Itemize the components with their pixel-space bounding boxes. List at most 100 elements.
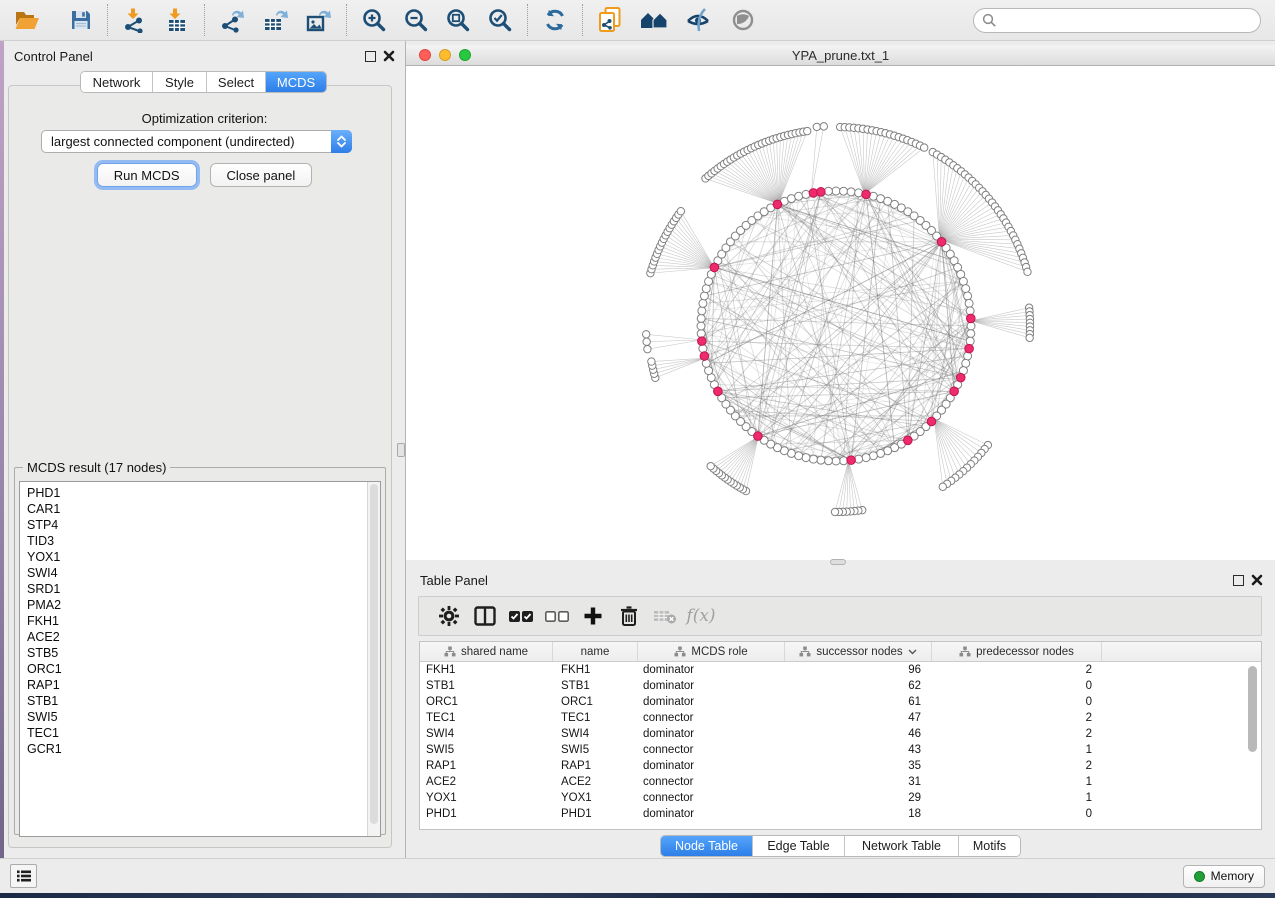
column-header-shared-name[interactable]: shared name xyxy=(420,642,553,661)
first-neighbors-icon[interactable] xyxy=(631,3,677,37)
table-cell: RAP1 xyxy=(420,760,553,772)
zoom-selected-icon[interactable] xyxy=(479,3,521,37)
deselect-all-rows-icon[interactable] xyxy=(539,601,575,631)
float-panel-icon[interactable] xyxy=(1233,575,1244,586)
table-cell: 47 xyxy=(785,712,932,724)
table-row[interactable]: SWI4SWI4dominator462 xyxy=(420,726,1261,742)
run-mcds-button[interactable]: Run MCDS xyxy=(97,163,197,187)
save-icon[interactable] xyxy=(61,3,101,37)
zoom-out-icon[interactable] xyxy=(395,3,437,37)
optimization-criterion-select[interactable]: largest connected component (undirected) xyxy=(41,130,352,153)
list-item[interactable]: SRD1 xyxy=(27,581,380,597)
export-network-icon[interactable] xyxy=(211,3,254,37)
import-network-icon[interactable] xyxy=(114,3,156,37)
control-panel-tabs: Network Style Select MCDS xyxy=(80,71,327,93)
table-row[interactable]: FKH1FKH1dominator962 xyxy=(420,662,1261,678)
list-item[interactable]: SWI5 xyxy=(27,709,380,725)
export-image-icon[interactable] xyxy=(297,3,340,37)
close-panel-icon[interactable] xyxy=(1251,574,1263,586)
hide-selected-icon[interactable] xyxy=(677,3,721,37)
new-network-from-selection-icon[interactable] xyxy=(589,3,631,37)
table-row[interactable]: STB1STB1dominator620 xyxy=(420,678,1261,694)
list-item[interactable]: GCR1 xyxy=(27,741,380,757)
list-item[interactable]: PHD1 xyxy=(27,485,380,501)
network-window-titlebar[interactable]: YPA_prune.txt_1 xyxy=(406,45,1275,66)
list-item[interactable]: STP4 xyxy=(27,517,380,533)
tab-node-table[interactable]: Node Table xyxy=(661,836,753,856)
export-table-icon[interactable] xyxy=(254,3,297,37)
task-history-button[interactable] xyxy=(10,864,37,888)
tab-network-table[interactable]: Network Table xyxy=(845,836,959,856)
list-item[interactable]: PMA2 xyxy=(27,597,380,613)
tab-edge-table[interactable]: Edge Table xyxy=(753,836,845,856)
column-header-predecessor-nodes[interactable]: predecessor nodes xyxy=(932,642,1102,661)
list-item[interactable]: SWI4 xyxy=(27,565,380,581)
table-row[interactable]: ACE2ACE2connector311 xyxy=(420,774,1261,790)
network-graph[interactable] xyxy=(406,66,1275,560)
list-item[interactable]: YOX1 xyxy=(27,549,380,565)
table-cell: 61 xyxy=(785,696,932,708)
network-view-window: YPA_prune.txt_1 xyxy=(406,45,1275,560)
open-file-icon[interactable] xyxy=(6,3,49,37)
list-scrollbar[interactable] xyxy=(367,482,380,836)
memory-button[interactable]: Memory xyxy=(1183,865,1265,888)
column-visibility-icon[interactable] xyxy=(467,601,503,631)
window-minimize-icon[interactable] xyxy=(439,49,451,61)
tab-select[interactable]: Select xyxy=(207,72,266,92)
table-row[interactable]: ORC1ORC1dominator610 xyxy=(420,694,1261,710)
table-row[interactable]: TEC1TEC1connector472 xyxy=(420,710,1261,726)
show-all-icon[interactable] xyxy=(721,3,765,37)
mcds-result-list[interactable]: PHD1CAR1STP4TID3YOX1SWI4SRD1PMA2FKH1ACE2… xyxy=(19,481,381,837)
tab-mcds[interactable]: MCDS xyxy=(266,72,326,92)
list-item[interactable]: RAP1 xyxy=(27,677,380,693)
apply-layout-icon[interactable] xyxy=(534,3,576,37)
close-panel-button[interactable]: Close panel xyxy=(210,163,313,187)
main-toolbar xyxy=(0,0,1275,41)
sort-descending-icon xyxy=(908,649,917,655)
column-header-mcds-role[interactable]: MCDS role xyxy=(638,642,785,661)
table-row[interactable]: PHD1PHD1dominator180 xyxy=(420,806,1261,822)
toolbar-separator xyxy=(582,4,583,36)
search-field[interactable] xyxy=(973,8,1261,33)
table-cell: 46 xyxy=(785,728,932,740)
list-item[interactable]: STB5 xyxy=(27,645,380,661)
float-panel-icon[interactable] xyxy=(365,51,376,62)
table-row[interactable]: RAP1RAP1dominator352 xyxy=(420,758,1261,774)
list-item[interactable]: FKH1 xyxy=(27,613,380,629)
close-panel-icon[interactable] xyxy=(383,50,395,62)
table-cell: 18 xyxy=(785,808,932,820)
list-item[interactable]: CAR1 xyxy=(27,501,380,517)
tab-motifs[interactable]: Motifs xyxy=(959,836,1020,856)
table-row[interactable]: YOX1YOX1connector291 xyxy=(420,790,1261,806)
table-cell: TEC1 xyxy=(553,712,638,724)
table-panel-title: Table Panel xyxy=(420,573,488,588)
list-item[interactable]: TID3 xyxy=(27,533,380,549)
tab-network[interactable]: Network xyxy=(81,72,153,92)
table-settings-icon[interactable] xyxy=(431,601,467,631)
table-toolbar: f(x) xyxy=(418,596,1262,636)
table-row[interactable]: SWI5SWI5connector431 xyxy=(420,742,1261,758)
zoom-fit-icon[interactable] xyxy=(437,3,479,37)
mcds-result-group: MCDS result (17 nodes) PHD1CAR1STP4TID3Y… xyxy=(14,460,386,835)
tab-style[interactable]: Style xyxy=(153,72,207,92)
import-table-icon[interactable] xyxy=(156,3,198,37)
table-scrollbar[interactable] xyxy=(1248,666,1258,826)
select-all-rows-icon[interactable] xyxy=(503,601,539,631)
table-cell: 0 xyxy=(932,808,1102,820)
window-zoom-icon[interactable] xyxy=(459,49,471,61)
zoom-in-icon[interactable] xyxy=(353,3,395,37)
table-cell: FKH1 xyxy=(420,664,553,676)
list-item[interactable]: ACE2 xyxy=(27,629,380,645)
network-canvas[interactable] xyxy=(406,66,1275,560)
delete-column-icon[interactable] xyxy=(611,601,647,631)
column-header-name[interactable]: name xyxy=(553,642,638,661)
window-close-icon[interactable] xyxy=(419,49,431,61)
list-item[interactable]: ORC1 xyxy=(27,661,380,677)
vertical-splitter-handle[interactable] xyxy=(397,443,405,457)
list-item[interactable]: TEC1 xyxy=(27,725,380,741)
add-column-icon[interactable] xyxy=(575,601,611,631)
table-cell: 62 xyxy=(785,680,932,692)
search-input[interactable] xyxy=(997,13,1260,27)
list-item[interactable]: STB1 xyxy=(27,693,380,709)
column-header-successor-nodes[interactable]: successor nodes xyxy=(785,642,932,661)
